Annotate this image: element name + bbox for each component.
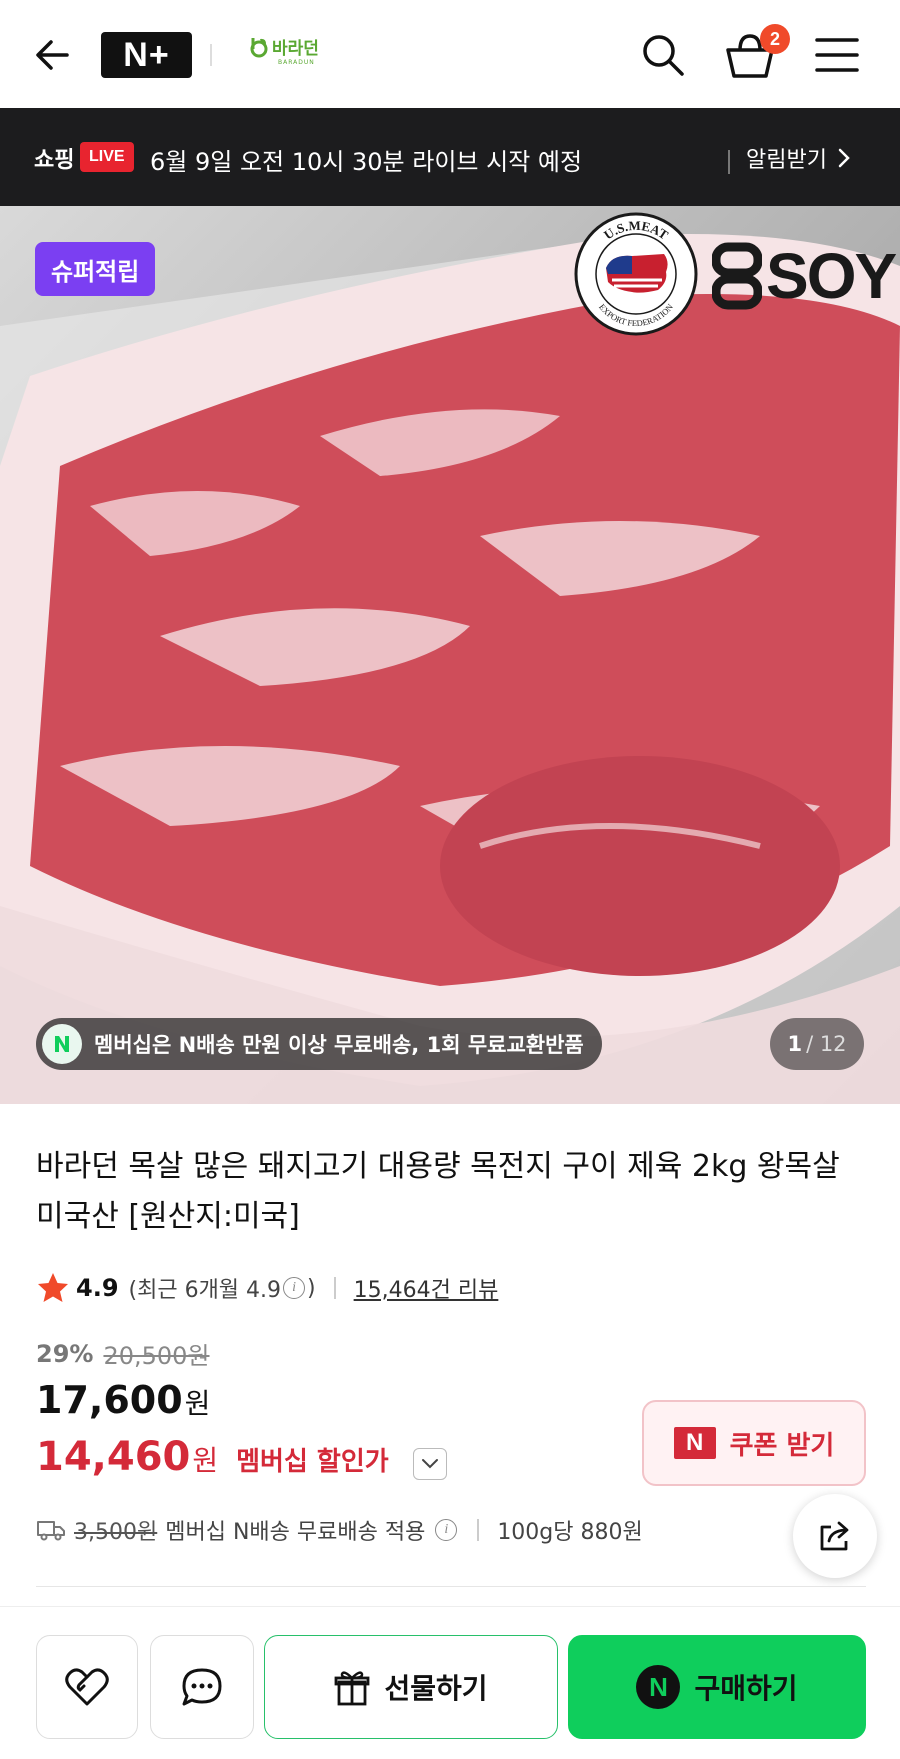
header-divider: [210, 44, 212, 66]
sale-price-amount: 17,600: [36, 1378, 183, 1422]
brand-name: 바라던: [272, 39, 319, 59]
wishlist-button[interactable]: [36, 1635, 138, 1739]
rating-row: 4.9 (최근 6개월 4.9 i ) 15,464건 리뷰: [36, 1268, 498, 1308]
member-price-expand-button[interactable]: [413, 1448, 447, 1480]
back-arrow-icon: [36, 40, 69, 70]
live-badge: LIVE: [80, 142, 134, 172]
rating-recent-post: ): [307, 1275, 316, 1301]
search-button[interactable]: [638, 30, 688, 80]
super-reward-badge: 슈퍼적립: [35, 242, 156, 296]
search-icon: [643, 35, 684, 76]
page-current: 1: [787, 1032, 803, 1056]
brand-logo[interactable]: 바라던 BARADUN: [248, 34, 343, 78]
shipping-text: 멤버십 N배송 무료배송 적용: [165, 1520, 426, 1545]
sale-price: 17,600 원: [36, 1378, 210, 1422]
share-icon: [820, 1521, 849, 1551]
gift-label: 선물하기: [384, 1672, 488, 1705]
chat-bubble-icon: [182, 1668, 222, 1706]
original-price: 20,500원: [103, 1342, 210, 1370]
shipping-original-fee: 3,500원: [74, 1520, 158, 1545]
shipping-row: 3,500원 멤버십 N배송 무료배송 적용 i 100g당 880원: [36, 1512, 643, 1548]
gift-button[interactable]: 선물하기: [264, 1635, 558, 1739]
alarm-button[interactable]: 알림받기: [746, 142, 851, 174]
member-price: 14,460 원 멤버십 할인가: [36, 1434, 389, 1480]
buy-button[interactable]: N 구매하기: [568, 1635, 866, 1739]
page-total: / 12: [806, 1032, 847, 1056]
member-price-unit: 원: [192, 1444, 219, 1477]
menu-button[interactable]: [812, 32, 862, 78]
us-soy-logo: SOY: [712, 236, 897, 316]
coupon-label: 쿠폰 받기: [729, 1430, 835, 1461]
menu-icon: [815, 38, 859, 72]
member-price-amount: 14,460: [36, 1434, 191, 1480]
live-divider: [728, 150, 730, 174]
pork-neck-photo: [0, 206, 900, 1104]
membership-notice[interactable]: 멤버십은 N배송 만원 이상 무료배송, 1회 무료교환반품: [36, 1018, 602, 1070]
alarm-label: 알림받기: [746, 148, 827, 173]
product-title: 바라던 목살 많은 돼지고기 대용량 목전지 구이 제육 2kg 왕목살 미국산…: [36, 1149, 840, 1234]
image-page-counter: 1 / 12: [770, 1018, 864, 1070]
chevron-right-icon: [838, 148, 850, 168]
rating-divider: [333, 1277, 336, 1299]
shipping-info-icon[interactable]: i: [435, 1519, 458, 1541]
usmeat-federation-logo: U.S.MEAT EXPORT FEDERATION: [574, 212, 698, 336]
discount-percent: 29%: [36, 1339, 94, 1368]
coupon-download-button[interactable]: N 쿠폰 받기: [642, 1400, 866, 1486]
bottom-action-bar: 선물하기 N 구매하기: [0, 1606, 900, 1759]
chevron-down-icon: [422, 1459, 438, 1469]
top-header: N+ 바라던 BARADUN 2: [0, 0, 900, 108]
member-price-label: 멤버십 할인가: [236, 1447, 389, 1477]
review-count-link[interactable]: 15,464건 리뷰: [354, 1272, 499, 1304]
talk-button[interactable]: [150, 1635, 254, 1739]
buy-label: 구매하기: [694, 1672, 798, 1705]
cart-count-badge: 2: [760, 24, 790, 54]
info-icon[interactable]: i: [283, 1277, 306, 1299]
discount-row: 29% 20,500원: [36, 1336, 210, 1371]
shipping-divider: [477, 1519, 480, 1541]
nplus-store-logo[interactable]: N+: [101, 32, 192, 78]
npay-n-icon: [42, 1024, 82, 1064]
back-button[interactable]: [28, 30, 78, 80]
brand-leaf-icon: [250, 37, 268, 57]
share-button[interactable]: [793, 1494, 877, 1578]
rating-score: 4.9: [76, 1274, 119, 1302]
brand-sub: BARADUN: [278, 59, 315, 66]
membership-notice-text: 멤버십은 N배송 만원 이상 무료배송, 1회 무료교환반품: [94, 1033, 584, 1057]
live-schedule-text: 6월 9일 오전 10시 30분 라이브 시작 예정: [150, 148, 583, 176]
heart-icon: [65, 1668, 109, 1706]
npay-icon: N: [636, 1665, 681, 1709]
sale-price-unit: 원: [184, 1387, 211, 1420]
star-icon: [38, 1273, 68, 1302]
unit-price: 100g당 880원: [497, 1520, 643, 1545]
us-soy-mark: [712, 242, 762, 310]
live-banner[interactable]: 쇼핑 LIVE 6월 9일 오전 10시 30분 라이브 시작 예정 알림받기: [0, 108, 900, 206]
gift-icon: [335, 1671, 370, 1706]
product-image-carousel[interactable]: 슈퍼적립 U.S.MEAT EXPORT FEDERATION SOY 멤버십은…: [0, 206, 900, 1104]
naver-n-icon: N: [673, 1427, 716, 1459]
truck-icon: [37, 1521, 65, 1541]
section-divider: [36, 1586, 866, 1587]
live-shopping-label: 쇼핑: [34, 148, 75, 173]
rating-recent-pre: (최근 6개월 4.9: [128, 1278, 282, 1303]
soy-text: SOY: [766, 240, 897, 312]
